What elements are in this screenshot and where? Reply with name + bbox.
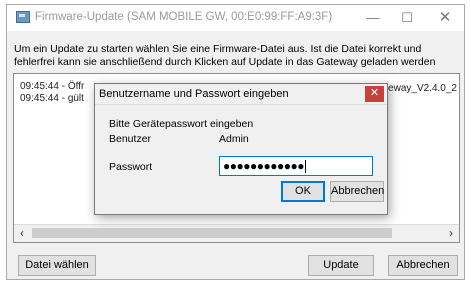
user-value: Admin (219, 133, 249, 145)
cancel-button[interactable]: Abbrechen (388, 255, 458, 276)
log-line: 09:45:44 - Öffr (20, 81, 85, 92)
app-icon (16, 11, 30, 23)
user-label: Benutzer (109, 133, 152, 145)
instructions-text: Um ein Update zu starten wählen Sie eine… (14, 43, 436, 68)
horizontal-scrollbar[interactable]: ‹ › (14, 224, 459, 242)
dialog-close-button[interactable]: ✕ (365, 86, 384, 102)
log-line: 09:45:44 - gült (20, 93, 84, 104)
dialog-title: Benutzername und Passwort eingeben (99, 88, 289, 100)
credentials-dialog: Benutzername und Passwort eingeben ✕ Bit… (94, 83, 388, 215)
scroll-right-icon[interactable]: › (443, 226, 459, 241)
password-label: Passwort (109, 161, 153, 173)
log-filename-fragment: eway_V2.4.0_2 (388, 83, 457, 94)
scroll-thumb[interactable] (32, 228, 392, 238)
scroll-left-icon[interactable]: ‹ (14, 226, 30, 241)
dialog-prompt: Bitte Gerätepasswort eingeben (109, 118, 254, 130)
close-button[interactable]: ✕ (428, 5, 462, 31)
text-caret (304, 160, 306, 174)
minimize-button[interactable]: — (356, 5, 390, 31)
ok-button[interactable]: OK (281, 181, 325, 202)
window-title: Firmware-Update (SAM MOBILE GW, 00:E0:99… (35, 11, 333, 23)
dialog-divider (95, 104, 387, 105)
choose-file-button[interactable]: Datei wählen (18, 255, 96, 276)
update-button[interactable]: Update (308, 255, 374, 276)
title-bar: Firmware-Update (SAM MOBILE GW, 00:E0:99… (7, 5, 464, 31)
password-field[interactable]: ●●●●●●●●●●●● (219, 156, 373, 176)
dialog-cancel-button[interactable]: Abbrechen (330, 181, 384, 202)
password-mask: ●●●●●●●●●●●● (223, 159, 304, 173)
maximize-button[interactable]: ☐ (390, 5, 424, 31)
